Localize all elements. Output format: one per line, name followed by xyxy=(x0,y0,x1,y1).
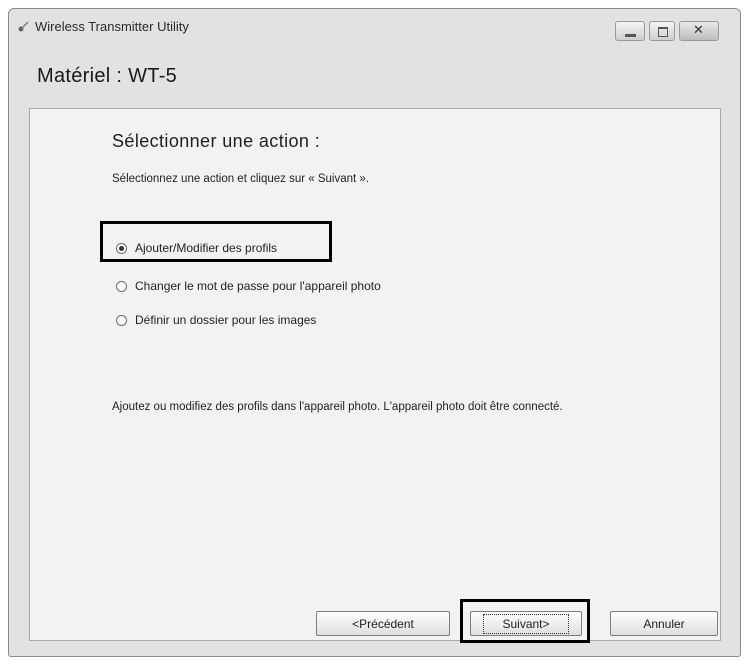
app-window: Wireless Transmitter Utility Matériel : … xyxy=(8,8,741,657)
option-label: Changer le mot de passe pour l'appareil … xyxy=(135,279,381,293)
title-bar[interactable]: Wireless Transmitter Utility xyxy=(9,9,740,43)
cancel-button-label: Annuler xyxy=(643,616,685,631)
page-heading: Sélectionner une action : xyxy=(112,131,321,151)
instruction-text: Sélectionnez une action et cliquez sur «… xyxy=(112,173,369,185)
option-set-image-folder[interactable]: Définir un dossier pour les images xyxy=(116,311,316,329)
radio-change-password[interactable] xyxy=(116,280,127,292)
next-button[interactable]: Suivant> xyxy=(470,611,582,636)
previous-button[interactable]: <Précédent xyxy=(316,611,450,636)
cancel-button[interactable]: Annuler xyxy=(610,611,718,636)
option-label: Définir un dossier pour les images xyxy=(135,313,317,327)
wireless-transmitter-icon xyxy=(18,21,29,32)
radio-add-modify-profiles[interactable] xyxy=(116,242,127,254)
device-title: Matériel : WT-5 xyxy=(37,65,178,87)
content-panel: Sélectionner une action : Sélectionnez u… xyxy=(29,108,721,643)
previous-button-label: <Précédent xyxy=(352,616,414,631)
next-button-label: Suivant> xyxy=(483,613,569,634)
radio-set-image-folder[interactable] xyxy=(116,314,127,326)
action-description: Ajoutez ou modifiez des profils dans l'a… xyxy=(112,401,563,413)
window-title: Wireless Transmitter Utility xyxy=(35,19,189,34)
maximize-button[interactable] xyxy=(649,21,675,41)
option-change-password[interactable]: Changer le mot de passe pour l'appareil … xyxy=(116,277,381,295)
minimize-button[interactable] xyxy=(615,21,645,41)
option-add-modify-profiles[interactable]: Ajouter/Modifier des profils xyxy=(116,239,277,257)
option-label: Ajouter/Modifier des profils xyxy=(135,241,278,255)
close-button[interactable] xyxy=(679,21,719,41)
